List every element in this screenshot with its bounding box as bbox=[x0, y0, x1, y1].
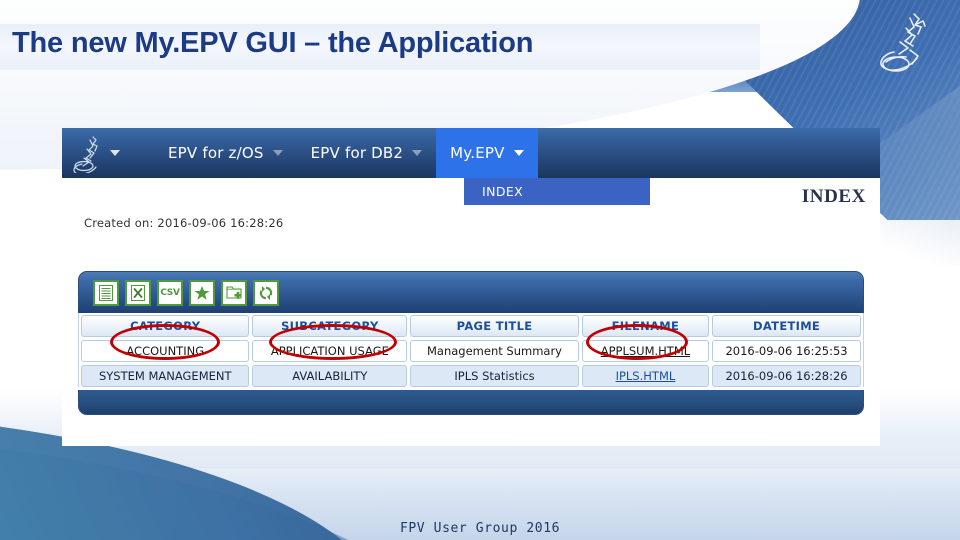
chevron-down-icon bbox=[513, 150, 524, 156]
export-csv-icon[interactable]: CSV bbox=[157, 279, 183, 306]
export-excel-icon[interactable] bbox=[125, 279, 151, 306]
nav-item-epv-db2[interactable]: EPV for DB2 bbox=[297, 128, 437, 178]
column-header-subcategory[interactable]: SUBCATEGORY bbox=[252, 315, 408, 337]
nav-item-label: My.EPV bbox=[450, 144, 505, 162]
table-row: ACCOUNTING APPLICATION USAGE Management … bbox=[81, 340, 862, 362]
csv-label: CSV bbox=[160, 287, 180, 298]
epv-logo-icon bbox=[73, 136, 98, 173]
epv-logo-icon bbox=[880, 13, 926, 72]
chevron-down-icon bbox=[110, 150, 120, 156]
content-heading: INDEX bbox=[801, 186, 866, 207]
favorite-star-icon[interactable] bbox=[189, 279, 215, 306]
cell-category: ACCOUNTING bbox=[81, 340, 250, 362]
refresh-glyph bbox=[259, 285, 273, 300]
table-row: SYSTEM MANAGEMENT AVAILABILITY IPLS Stat… bbox=[81, 365, 862, 387]
list-glyph bbox=[99, 284, 113, 301]
application-screenshot: EPV for z/OS EPV for DB2 My.EPV INDEX IN… bbox=[62, 128, 880, 446]
folder-add-glyph bbox=[226, 285, 242, 299]
nav-item-myepv[interactable]: My.EPV bbox=[436, 128, 538, 178]
app-navbar: EPV for z/OS EPV for DB2 My.EPV bbox=[62, 128, 880, 178]
slide-canvas: The new My.EPV GUI – the Application EPV… bbox=[0, 0, 960, 540]
slide-footer: FPV User Group 2016 bbox=[399, 521, 561, 536]
add-folder-icon[interactable] bbox=[221, 279, 247, 306]
column-header-category[interactable]: CATEGORY bbox=[81, 315, 250, 337]
excel-glyph bbox=[131, 284, 145, 301]
report-panel-footer bbox=[78, 390, 864, 415]
nav-item-label: EPV for z/OS bbox=[168, 144, 264, 162]
cell-category: SYSTEM MANAGEMENT bbox=[81, 365, 250, 387]
cell-subcategory: APPLICATION USAGE bbox=[252, 340, 408, 362]
nav-dropdown-menu[interactable]: INDEX bbox=[464, 178, 650, 205]
report-table: CATEGORY SUBCATEGORY PAGE TITLE FILENAME… bbox=[78, 313, 864, 387]
export-list-icon[interactable] bbox=[93, 279, 119, 306]
cell-subcategory: AVAILABILITY bbox=[252, 365, 408, 387]
star-glyph bbox=[194, 285, 210, 300]
nav-item-label: EPV for DB2 bbox=[310, 144, 404, 162]
table-header-row: CATEGORY SUBCATEGORY PAGE TITLE FILENAME… bbox=[81, 315, 862, 337]
cell-filename-link[interactable]: APPLSUM.HTML bbox=[581, 340, 710, 362]
refresh-icon[interactable] bbox=[253, 279, 279, 306]
chevron-down-icon bbox=[412, 150, 423, 156]
cell-datetime: 2016-09-06 16:28:26 bbox=[712, 365, 862, 387]
column-header-datetime[interactable]: DATETIME bbox=[712, 315, 862, 337]
column-header-filename[interactable]: FILENAME bbox=[581, 315, 710, 337]
page-title: The new My.EPV GUI – the Application bbox=[12, 27, 534, 59]
nav-item-epv-zos[interactable]: EPV for z/OS bbox=[154, 128, 297, 178]
created-on-text: Created on: 2016-09-06 16:28:26 bbox=[84, 216, 284, 230]
menu-item-index[interactable]: INDEX bbox=[482, 184, 523, 199]
report-toolbar: CSV bbox=[78, 271, 864, 313]
report-panel: CSV CATEGORY SUBCATEGORY PAGE TITLE FILE… bbox=[78, 271, 864, 415]
cell-page-title: Management Summary bbox=[410, 340, 579, 362]
cell-page-title: IPLS Statistics bbox=[410, 365, 579, 387]
cell-filename-link[interactable]: IPLS.HTML bbox=[581, 365, 710, 387]
column-header-page-title[interactable]: PAGE TITLE bbox=[410, 315, 579, 337]
navbar-logo-button[interactable] bbox=[62, 128, 154, 178]
cell-datetime: 2016-09-06 16:25:53 bbox=[712, 340, 862, 362]
chevron-down-icon bbox=[272, 150, 283, 156]
